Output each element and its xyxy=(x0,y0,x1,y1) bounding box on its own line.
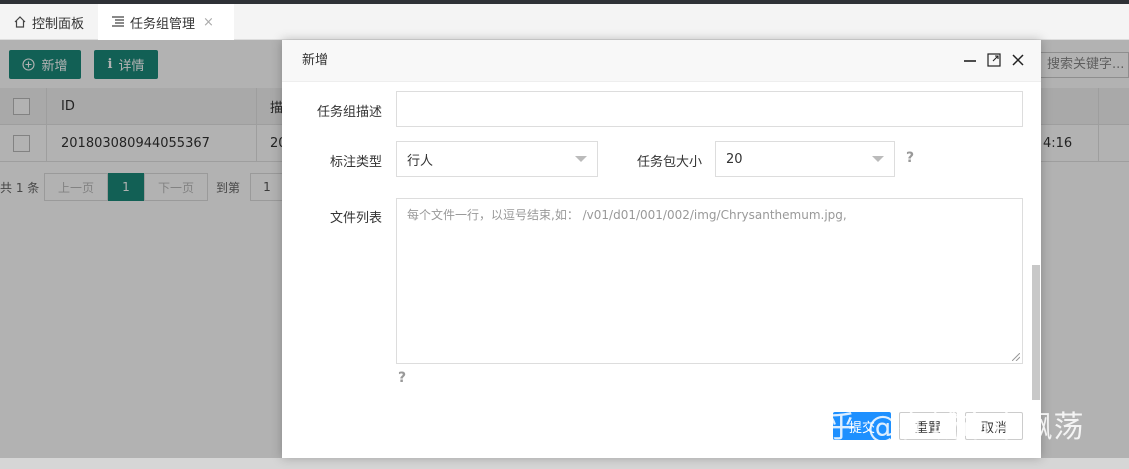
files-placeholder: 每个文件一行，以逗号结束,如： /v01/d01/001/002/img/Chr… xyxy=(407,208,847,222)
tab-dashboard-label: 控制面板 xyxy=(32,16,85,32)
home-icon xyxy=(12,14,28,30)
desc-input[interactable] xyxy=(396,91,1023,127)
files-label: 文件列表 xyxy=(329,211,382,226)
size-select[interactable]: 20 xyxy=(715,141,895,177)
type-label: 标注类型 xyxy=(329,155,382,170)
chevron-down-icon xyxy=(575,156,587,162)
desc-label: 任务组描述 xyxy=(316,105,382,120)
size-select-value: 20 xyxy=(726,151,743,167)
bottom-strip xyxy=(0,458,1129,469)
tab-dashboard[interactable]: 控制面板 xyxy=(0,4,98,40)
help-icon[interactable]: ? xyxy=(398,370,406,386)
list-icon xyxy=(110,14,126,30)
add-dialog: 新增 任务组描述 标注类型 行人 任务包大小 20 ? 文件列表 每个文件一行，… xyxy=(282,40,1041,458)
close-icon[interactable] xyxy=(1009,51,1027,69)
dialog-title: 新增 xyxy=(302,53,329,68)
maximize-icon[interactable] xyxy=(985,51,1003,69)
close-tab-icon[interactable]: × xyxy=(203,15,214,30)
type-select[interactable]: 行人 xyxy=(396,141,598,177)
watermark: 知乎 @在城市中飘荡 xyxy=(795,410,1085,445)
files-textarea[interactable]: 每个文件一行，以逗号结束,如： /v01/d01/001/002/img/Chr… xyxy=(396,198,1023,364)
help-icon[interactable]: ? xyxy=(906,150,914,166)
scrollbar[interactable] xyxy=(1032,265,1040,400)
dialog-header: 新增 xyxy=(282,40,1041,82)
minimize-icon[interactable] xyxy=(961,51,979,69)
tab-task-group-label: 任务组管理 xyxy=(130,16,196,32)
type-select-value: 行人 xyxy=(407,153,434,169)
chevron-down-icon xyxy=(872,156,884,162)
resize-handle-icon[interactable] xyxy=(1012,353,1020,361)
tab-bar: 控制面板 任务组管理 × xyxy=(0,4,1129,40)
size-label: 任务包大小 xyxy=(636,155,702,170)
tab-task-group[interactable]: 任务组管理 × xyxy=(98,4,234,40)
